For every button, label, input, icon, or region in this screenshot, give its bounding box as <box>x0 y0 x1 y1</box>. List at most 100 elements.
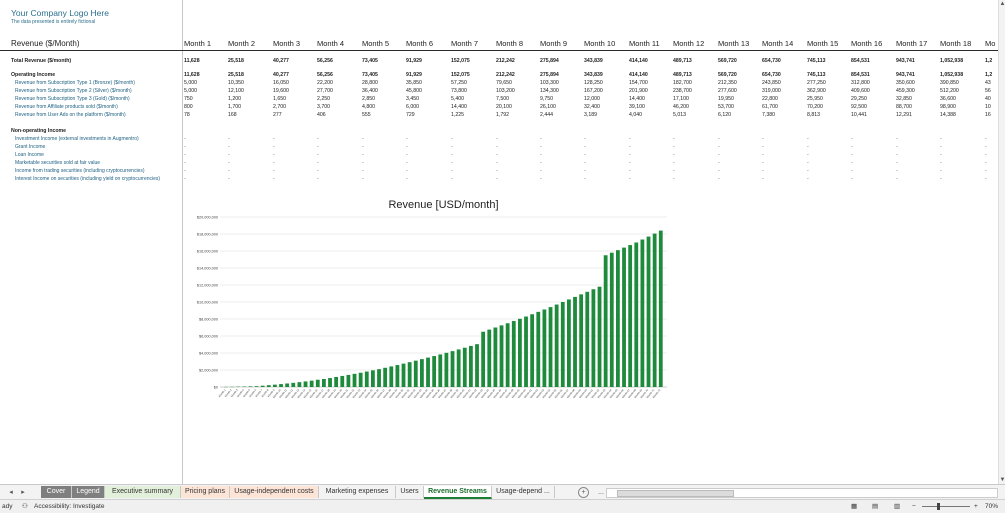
zoom-level[interactable]: 70% <box>985 502 998 511</box>
chart-bar[interactable] <box>298 382 302 387</box>
table-cell[interactable]: - <box>451 168 453 174</box>
table-cell[interactable]: 1,700 <box>228 104 241 110</box>
table-cell[interactable]: 277,600 <box>718 88 737 94</box>
table-cell[interactable]: - <box>406 144 408 150</box>
table-cell[interactable]: - <box>362 176 364 182</box>
table-cell[interactable]: - <box>228 152 230 158</box>
table-cell[interactable]: - <box>851 144 853 150</box>
row-label[interactable]: Marketable securities sold at fair value <box>15 160 100 166</box>
table-cell[interactable]: - <box>673 176 675 182</box>
table-cell[interactable]: - <box>718 152 720 158</box>
chart-bar[interactable] <box>598 287 602 387</box>
table-cell[interactable]: 343,839 <box>584 72 603 78</box>
chart-bar[interactable] <box>561 302 565 387</box>
chart-bar[interactable] <box>469 346 473 387</box>
chart-bar[interactable] <box>530 314 534 387</box>
table-cell[interactable]: 32,400 <box>584 104 600 110</box>
month-header[interactable]: Month 14 <box>762 39 793 48</box>
month-header[interactable]: Mo <box>985 39 995 48</box>
table-cell[interactable]: 20,100 <box>496 104 512 110</box>
chart-bar[interactable] <box>267 385 271 387</box>
table-cell[interactable]: - <box>673 168 675 174</box>
table-cell[interactable]: 414,140 <box>629 58 648 64</box>
table-cell[interactable]: - <box>940 144 942 150</box>
table-cell[interactable]: 6,120 <box>718 112 731 118</box>
table-cell[interactable]: - <box>184 176 186 182</box>
row-label[interactable]: Revenue from Affiliate products sold ($/… <box>15 104 118 110</box>
table-cell[interactable]: 35,850 <box>406 80 422 86</box>
table-cell[interactable]: - <box>273 160 275 166</box>
table-cell[interactable]: 414,140 <box>629 72 648 78</box>
revenue-chart[interactable]: Revenue [USD/month]$0$2,000,000$4,000,00… <box>192 192 682 422</box>
chart-bar[interactable] <box>389 366 393 387</box>
row-label[interactable]: Total Revenue ($/month) <box>11 58 71 64</box>
worksheet[interactable]: Your Company Logo Here The data presente… <box>0 0 998 484</box>
table-cell[interactable]: - <box>228 168 230 174</box>
chart-bar[interactable] <box>604 255 608 387</box>
table-cell[interactable]: 46,200 <box>673 104 689 110</box>
sheet-tab[interactable]: Usage-independent costs <box>230 486 319 498</box>
month-header[interactable]: Month 16 <box>851 39 882 48</box>
table-cell[interactable]: 73,800 <box>451 88 467 94</box>
chart-bar[interactable] <box>494 328 498 388</box>
sheet-tab[interactable]: Revenue Streams <box>424 486 492 499</box>
table-cell[interactable]: - <box>496 176 498 182</box>
table-cell[interactable]: - <box>673 136 675 142</box>
page-layout-icon[interactable]: ▤ <box>872 502 878 511</box>
chart-bar[interactable] <box>353 374 357 387</box>
table-cell[interactable]: - <box>851 160 853 166</box>
table-cell[interactable]: 73,405 <box>362 58 378 64</box>
table-cell[interactable]: 319,000 <box>762 88 781 94</box>
chart-bar[interactable] <box>487 330 491 387</box>
table-cell[interactable]: 36,400 <box>362 88 378 94</box>
table-cell[interactable]: - <box>496 160 498 166</box>
table-cell[interactable]: - <box>629 144 631 150</box>
sheet-tab[interactable]: Users <box>396 486 424 498</box>
table-cell[interactable]: 569,720 <box>718 58 737 64</box>
table-cell[interactable]: 729 <box>406 112 415 118</box>
table-cell[interactable]: - <box>851 168 853 174</box>
table-cell[interactable]: 167,200 <box>584 88 603 94</box>
normal-view-icon[interactable]: ▦ <box>851 502 857 511</box>
table-cell[interactable]: - <box>584 136 586 142</box>
table-cell[interactable]: 39,100 <box>629 104 645 110</box>
chart-bar[interactable] <box>524 317 528 387</box>
month-header[interactable]: Month 10 <box>584 39 615 48</box>
table-cell[interactable]: 73,405 <box>362 72 378 78</box>
table-cell[interactable]: 1,200 <box>228 96 241 102</box>
accessibility-status[interactable]: Accessibility: Investigate <box>34 502 104 511</box>
chart-bar[interactable] <box>622 248 626 387</box>
chart-bar[interactable] <box>359 373 363 387</box>
table-cell[interactable]: 29,250 <box>851 96 867 102</box>
chart-bar[interactable] <box>463 348 467 387</box>
table-cell[interactable]: 182,700 <box>673 80 692 86</box>
table-cell[interactable]: 459,300 <box>896 88 915 94</box>
zoom-out-icon[interactable]: − <box>912 502 916 511</box>
sheet-tab[interactable]: Executive summary <box>105 486 181 498</box>
chart-bar[interactable] <box>279 384 283 387</box>
chart-bar[interactable] <box>402 364 406 387</box>
table-cell[interactable]: 40,277 <box>273 72 289 78</box>
table-cell[interactable]: 40 <box>985 96 991 102</box>
row-label[interactable]: Interest Income on securities (including… <box>15 176 160 182</box>
chart-bar[interactable] <box>304 381 308 387</box>
chart-bar[interactable] <box>426 358 430 387</box>
table-cell[interactable]: 201,900 <box>629 88 648 94</box>
table-cell[interactable]: 1,650 <box>273 96 286 102</box>
chart-bar[interactable] <box>340 376 344 387</box>
table-cell[interactable]: 10,441 <box>851 112 867 118</box>
table-cell[interactable]: 79,650 <box>496 80 512 86</box>
table-cell[interactable]: 28,800 <box>362 80 378 86</box>
table-cell[interactable]: 277,250 <box>807 80 826 86</box>
table-cell[interactable]: 489,713 <box>673 72 692 78</box>
table-cell[interactable]: - <box>985 144 987 150</box>
table-cell[interactable]: - <box>451 144 453 150</box>
row-label[interactable]: Loan Income <box>15 152 44 158</box>
table-cell[interactable]: - <box>406 160 408 166</box>
chart-bar[interactable] <box>573 297 577 387</box>
chart-bar[interactable] <box>641 240 645 387</box>
table-cell[interactable]: - <box>896 168 898 174</box>
chart-bar[interactable] <box>347 375 351 387</box>
table-cell[interactable]: 14,400 <box>629 96 645 102</box>
table-cell[interactable]: - <box>807 152 809 158</box>
